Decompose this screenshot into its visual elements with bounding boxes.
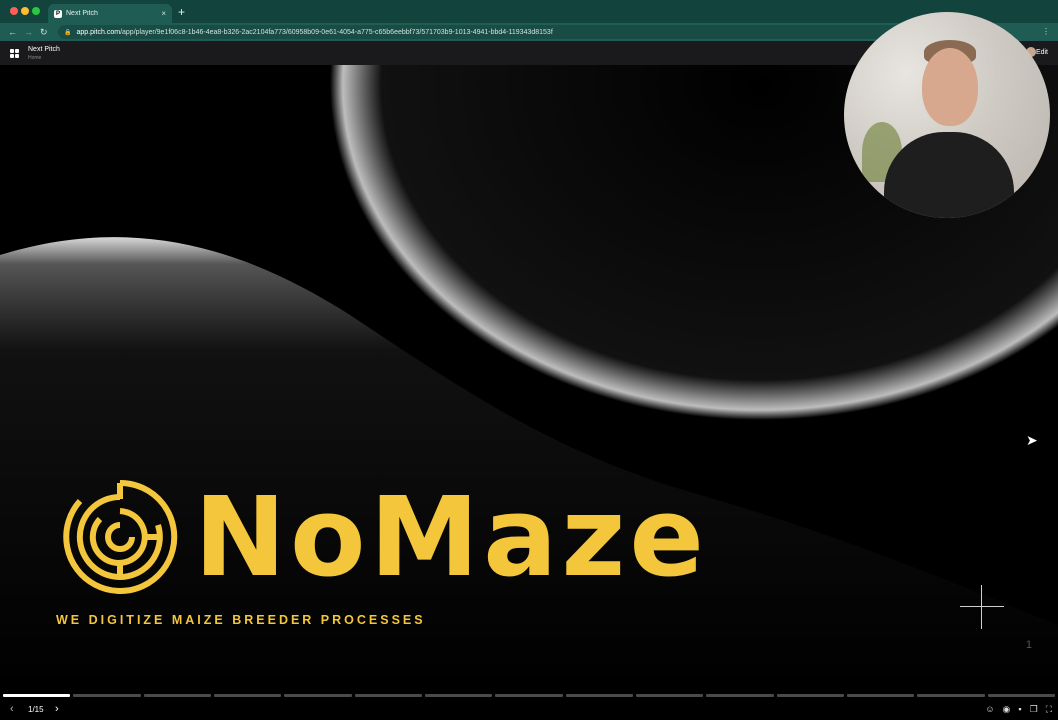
chat-icon[interactable]: ▪ <box>1018 704 1021 715</box>
lock-icon: 🔒 <box>64 29 72 36</box>
forward-arrow-icon[interactable]: → <box>24 25 33 39</box>
progress-segment[interactable] <box>213 693 282 697</box>
presenter-hoodie <box>884 132 1014 218</box>
next-slide-icon[interactable]: › <box>55 703 59 715</box>
close-tab-icon[interactable]: × <box>161 9 166 18</box>
minimize-window-button[interactable] <box>21 7 29 15</box>
slide-tagline: WE DIGITIZE MAIZE BREEDER PROCESSES <box>56 613 426 627</box>
back-arrow-icon[interactable]: ← <box>8 25 17 39</box>
progress-segment[interactable] <box>776 693 844 697</box>
progress-segment[interactable] <box>3 693 71 697</box>
slide-page-number: 1 <box>1025 639 1032 651</box>
apps-grid-icon[interactable] <box>10 49 19 58</box>
slide-counter: 1/15 <box>28 705 44 714</box>
progress-segment[interactable] <box>284 693 352 697</box>
browser-menu-icon[interactable]: ⋮ <box>1042 27 1050 36</box>
browser-window: P Next Pitch × + ← → ↻ 🔒 app.pitch.com /… <box>0 0 1058 720</box>
pitch-favicon-icon: P <box>54 9 62 18</box>
present-icon[interactable]: ❐ <box>1030 704 1038 715</box>
document-title: Next Pitch <box>28 46 60 53</box>
progress-segment[interactable] <box>846 693 915 697</box>
progress-segment[interactable] <box>495 693 563 697</box>
nomaze-wordmark: NoMaze <box>194 473 708 601</box>
close-window-button[interactable] <box>10 7 18 15</box>
player-toolbar: ☺ ◉ ▪ ❐ ⛶ <box>985 704 1052 715</box>
progress-segment[interactable] <box>424 693 493 697</box>
progress-segment[interactable] <box>73 693 141 697</box>
previous-slide-icon[interactable]: ‹ <box>10 703 14 715</box>
tab-next-pitch[interactable]: P Next Pitch × <box>48 4 172 23</box>
presenter-video-bubble[interactable] <box>844 12 1050 218</box>
brand-lockup: NoMaze <box>60 477 708 597</box>
progress-segment[interactable] <box>917 693 985 697</box>
tab-title: Next Pitch <box>66 10 98 17</box>
edit-button[interactable]: Edit <box>1036 49 1048 56</box>
reaction-icon[interactable]: ☺ <box>985 704 994 715</box>
progress-segment[interactable] <box>143 693 211 697</box>
new-tab-button[interactable]: + <box>178 5 185 19</box>
document-breadcrumb[interactable]: Home <box>28 55 41 61</box>
address-bar[interactable]: 🔒 app.pitch.com /app/player/9e1f06c8-1b4… <box>58 25 998 39</box>
fullscreen-icon[interactable]: ⛶ <box>1046 704 1052 715</box>
comment-icon[interactable]: ◉ <box>1003 704 1011 715</box>
slide-progress-bar[interactable] <box>0 690 1058 700</box>
progress-segment[interactable] <box>635 693 704 697</box>
player-controls: ‹ 1/15 › ☺ ◉ ▪ ❐ ⛶ <box>0 700 1058 720</box>
progress-segment[interactable] <box>706 693 774 697</box>
reload-icon[interactable]: ↻ <box>40 25 48 39</box>
maximize-window-button[interactable] <box>32 7 40 15</box>
crosshair-icon <box>960 585 1004 629</box>
mouse-cursor-icon: ➤ <box>1026 432 1038 448</box>
presenter-face <box>922 48 978 126</box>
progress-segment[interactable] <box>987 693 1055 697</box>
progress-segment[interactable] <box>354 693 422 697</box>
tab-strip: P Next Pitch × + <box>0 0 1058 23</box>
progress-segment[interactable] <box>565 693 633 697</box>
maze-logo-icon <box>63 479 178 594</box>
url-host: app.pitch.com <box>76 28 121 36</box>
url-path: /app/player/9e1f06c8-1b46-4ea8-b326-2ac2… <box>120 28 553 36</box>
